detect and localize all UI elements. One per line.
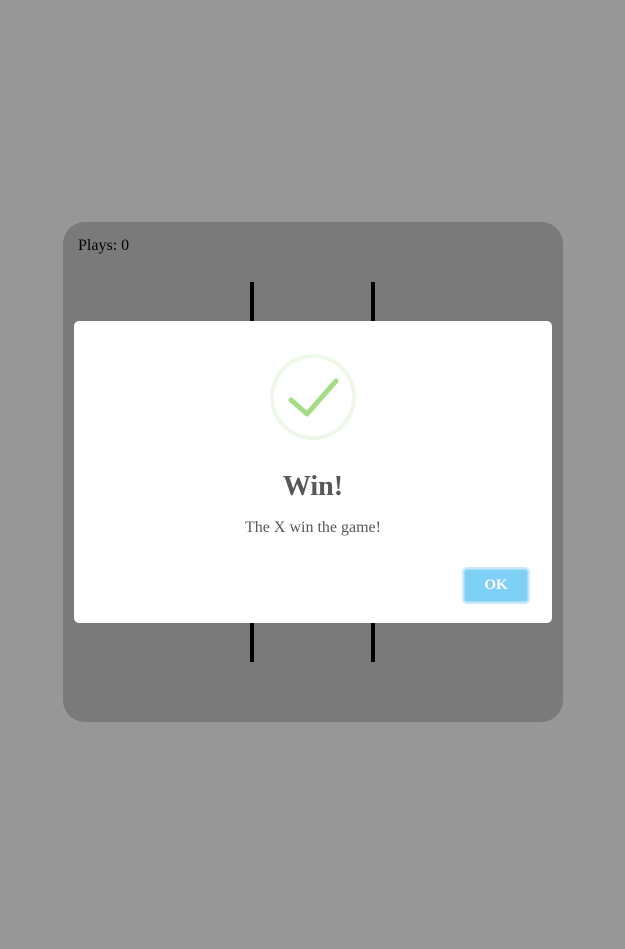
win-dialog: Win! The X win the game! OK [74, 321, 552, 623]
ok-button[interactable]: OK [462, 567, 530, 604]
success-check-icon [269, 353, 357, 441]
plays-counter: Plays: 0 [78, 237, 130, 254]
dialog-title: Win! [282, 471, 344, 502]
dialog-message: The X win the game! [245, 519, 381, 536]
